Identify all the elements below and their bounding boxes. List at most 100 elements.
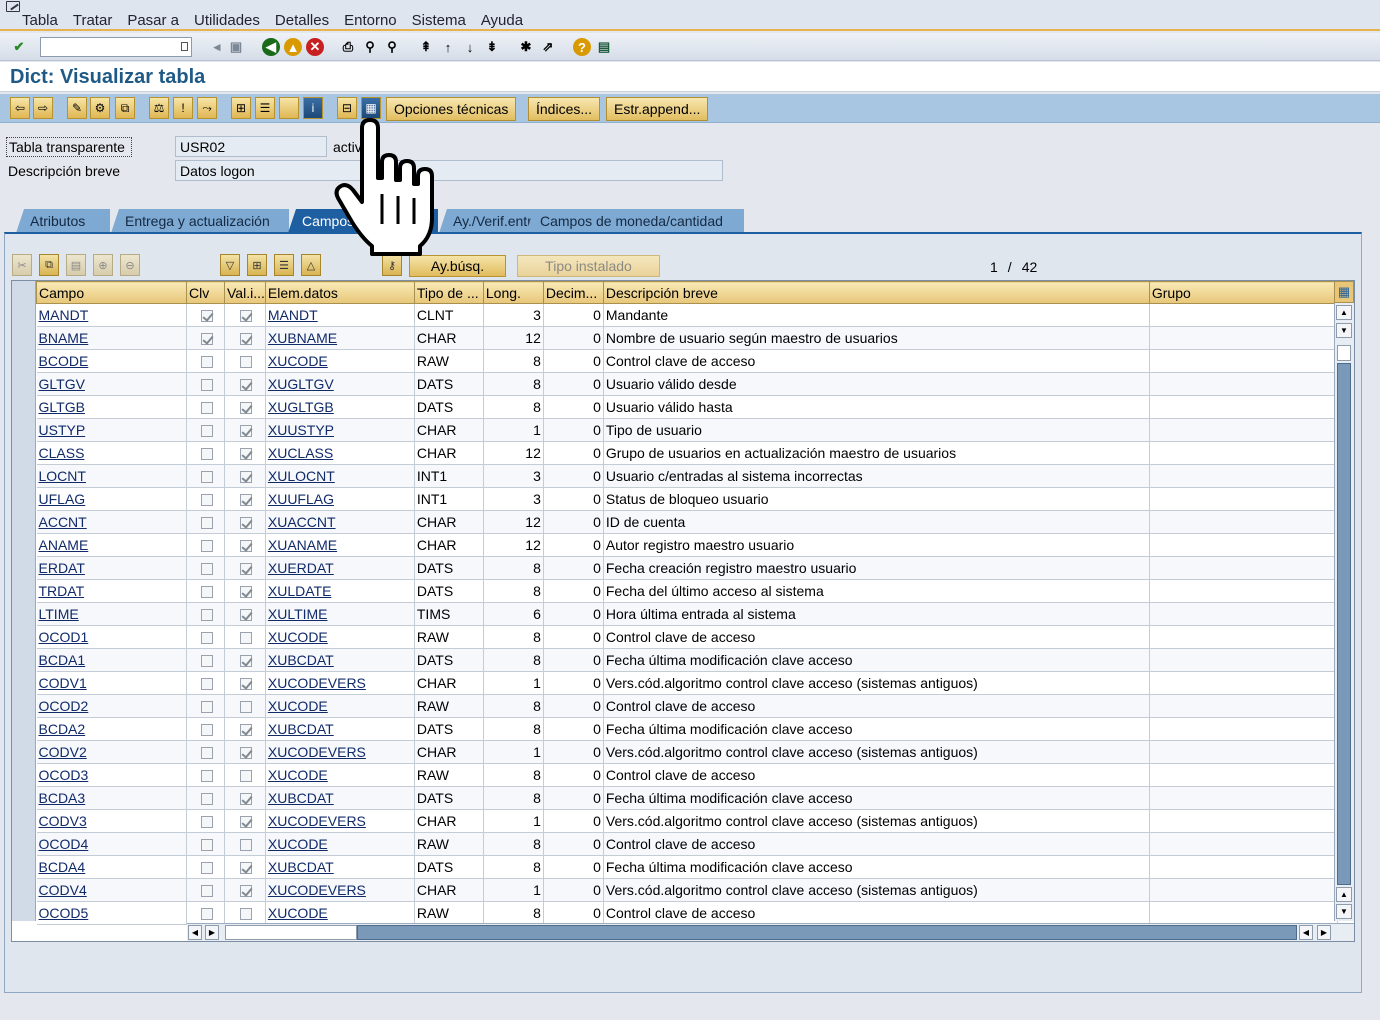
- table-row[interactable]: CODV4 XUCODEVERS CHAR 1 0 Vers.cód.algoritmo …: [36, 878, 1338, 902]
- menu-item-entorno[interactable]: Entorno: [344, 12, 397, 29]
- horizontal-scroll-track[interactable]: [225, 925, 357, 940]
- table-row[interactable]: BCDA3 XUBCDAT DATS 8 0 Fecha última modificac…: [36, 786, 1338, 810]
- initial-values-checkbox[interactable]: [239, 839, 252, 852]
- first-page-icon[interactable]: ⇞: [417, 38, 435, 56]
- menu-item-utilidades[interactable]: Utilidades: [194, 12, 260, 29]
- horizontal-scroll-thumb[interactable]: [357, 925, 1297, 940]
- initial-values-checkbox[interactable]: [239, 701, 252, 714]
- scroll-page-down-icon[interactable]: ▼: [1336, 323, 1352, 338]
- previous-page-icon[interactable]: ↑: [439, 38, 457, 56]
- initial-values-checkbox[interactable]: [239, 517, 252, 530]
- table-row[interactable]: OCOD5 XUCODE RAW 8 0 Control clave de acceso: [36, 901, 1338, 925]
- column-header-3[interactable]: Elem.datos: [264, 281, 415, 304]
- menu-item-ayuda[interactable]: Ayuda: [481, 12, 523, 29]
- key-checkbox[interactable]: [200, 908, 213, 921]
- exit-icon[interactable]: ▲: [284, 38, 302, 56]
- table-row[interactable]: ACCNT XUACCNT CHAR 12 0 ID de cuenta: [36, 510, 1338, 534]
- key-checkbox[interactable]: [200, 862, 213, 875]
- initial-values-checkbox[interactable]: [239, 310, 252, 323]
- field-name-cell[interactable]: BCDA1: [36, 648, 187, 672]
- tab-campos-de-moneda-cantidad[interactable]: Campos de moneda/cantidad: [526, 209, 744, 233]
- row-selector-column[interactable]: [12, 281, 36, 921]
- field-name-cell[interactable]: BNAME: [36, 326, 187, 350]
- table-contents-icon[interactable]: ▦: [361, 97, 381, 119]
- data-element-cell[interactable]: XUBNAME: [265, 326, 415, 350]
- activate-icon[interactable]: !: [173, 97, 193, 119]
- check-icon[interactable]: ⚖: [149, 97, 169, 119]
- save-icon[interactable]: ▣: [227, 38, 245, 56]
- data-element-cell[interactable]: XULTIME: [265, 602, 415, 626]
- key-checkbox[interactable]: [200, 494, 213, 507]
- system-menu-icon[interactable]: [6, 1, 20, 12]
- new-session-icon[interactable]: ✱: [517, 38, 535, 56]
- data-element-cell[interactable]: XUUFLAG: [265, 487, 415, 511]
- field-name-cell[interactable]: BCDA3: [36, 786, 187, 810]
- table-row[interactable]: CODV2 XUCODEVERS CHAR 1 0 Vers.cód.algoritmo …: [36, 740, 1338, 764]
- key-checkbox[interactable]: [200, 471, 213, 484]
- menu-item-tabla[interactable]: Tabla: [22, 12, 58, 29]
- collapse-icon[interactable]: △: [301, 254, 321, 276]
- tab-atributos[interactable]: Atributos: [16, 209, 110, 233]
- command-field[interactable]: [40, 37, 192, 57]
- field-name-cell[interactable]: UFLAG: [36, 487, 187, 511]
- append-structure-button[interactable]: Estr.append...: [606, 97, 709, 121]
- key-checkbox[interactable]: [200, 563, 213, 576]
- column-header-1[interactable]: Clv: [186, 281, 225, 304]
- table-row[interactable]: OCOD2 XUCODE RAW 8 0 Control clave de acceso: [36, 694, 1338, 718]
- table-row[interactable]: LTIME XULTIME TIMS 6 0 Hora última entrada al…: [36, 602, 1338, 626]
- table-row[interactable]: UFLAG XUUFLAG INT1 3 0 Status de bloqueo usua…: [36, 487, 1338, 511]
- key-checkbox[interactable]: [200, 356, 213, 369]
- initial-values-checkbox[interactable]: [239, 333, 252, 346]
- column-header-5[interactable]: Long.: [482, 281, 544, 304]
- expand-icon[interactable]: ⊞: [247, 254, 267, 276]
- data-element-cell[interactable]: XUCLASS: [265, 441, 415, 465]
- scroll-page-up-icon[interactable]: ▲: [1336, 887, 1352, 902]
- back-arrow-icon[interactable]: ⇦: [10, 97, 30, 119]
- scroll-track-top[interactable]: [1337, 345, 1351, 361]
- enter-icon[interactable]: ✔: [10, 38, 28, 56]
- menu-item-detalles[interactable]: Detalles: [275, 12, 329, 29]
- column-header-7[interactable]: Descripción breve: [602, 281, 1150, 304]
- data-element-cell[interactable]: XULDATE: [265, 579, 415, 603]
- layout-menu-icon[interactable]: ▤: [595, 38, 613, 56]
- field-name-cell[interactable]: OCOD4: [36, 832, 187, 856]
- shortcut-icon[interactable]: ⇗: [539, 38, 557, 56]
- blank-icon[interactable]: [279, 97, 299, 119]
- data-element-cell[interactable]: XUBCDAT: [265, 648, 415, 672]
- field-name-cell[interactable]: GLTGB: [36, 395, 187, 419]
- key-checkbox[interactable]: [200, 517, 213, 530]
- table-row[interactable]: TRDAT XULDATE DATS 8 0 Fecha del último acces…: [36, 579, 1338, 603]
- key-checkbox[interactable]: [200, 632, 213, 645]
- copy-icon[interactable]: ⧉: [39, 254, 59, 276]
- key-checkbox[interactable]: [200, 333, 213, 346]
- field-name-cell[interactable]: OCOD1: [36, 625, 187, 649]
- table-row[interactable]: ANAME XUANAME CHAR 12 0 Autor registro maestr…: [36, 533, 1338, 557]
- data-element-cell[interactable]: XUCODEVERS: [265, 878, 415, 902]
- initial-values-checkbox[interactable]: [239, 471, 252, 484]
- delete-row-icon[interactable]: ⊖: [120, 254, 140, 276]
- field-name-cell[interactable]: LTIME: [36, 602, 187, 626]
- data-element-cell[interactable]: XUCODEVERS: [265, 809, 415, 833]
- nav-back-small-icon[interactable]: ◂: [208, 38, 226, 56]
- key-checkbox[interactable]: [200, 655, 213, 668]
- forward-arrow-icon[interactable]: ⇨: [33, 97, 53, 119]
- table-row[interactable]: BCDA4 XUBCDAT DATS 8 0 Fecha última modificac…: [36, 855, 1338, 879]
- field-name-cell[interactable]: BCODE: [36, 349, 187, 373]
- table-row[interactable]: CODV3 XUCODEVERS CHAR 1 0 Vers.cód.algoritmo …: [36, 809, 1338, 833]
- data-element-cell[interactable]: XUCODE: [265, 625, 415, 649]
- initial-values-checkbox[interactable]: [239, 540, 252, 553]
- field-name-cell[interactable]: OCOD2: [36, 694, 187, 718]
- field-name-cell[interactable]: CODV2: [36, 740, 187, 764]
- hierarchy-icon[interactable]: ⊞: [231, 97, 251, 119]
- data-element-cell[interactable]: XUACCNT: [265, 510, 415, 534]
- table-row[interactable]: OCOD3 XUCODE RAW 8 0 Control clave de acceso: [36, 763, 1338, 787]
- table-row[interactable]: CODV1 XUCODEVERS CHAR 1 0 Vers.cód.algoritmo …: [36, 671, 1338, 695]
- data-element-cell[interactable]: XUBCDAT: [265, 855, 415, 879]
- initial-values-checkbox[interactable]: [239, 885, 252, 898]
- table-row[interactable]: CLASS XUCLASS CHAR 12 0 Grupo de usuarios en …: [36, 441, 1338, 465]
- key-checkbox[interactable]: [200, 609, 213, 622]
- initial-values-checkbox[interactable]: [239, 609, 252, 622]
- data-element-cell[interactable]: XUCODE: [265, 694, 415, 718]
- last-page-icon[interactable]: ⇟: [483, 38, 501, 56]
- field-name-cell[interactable]: TRDAT: [36, 579, 187, 603]
